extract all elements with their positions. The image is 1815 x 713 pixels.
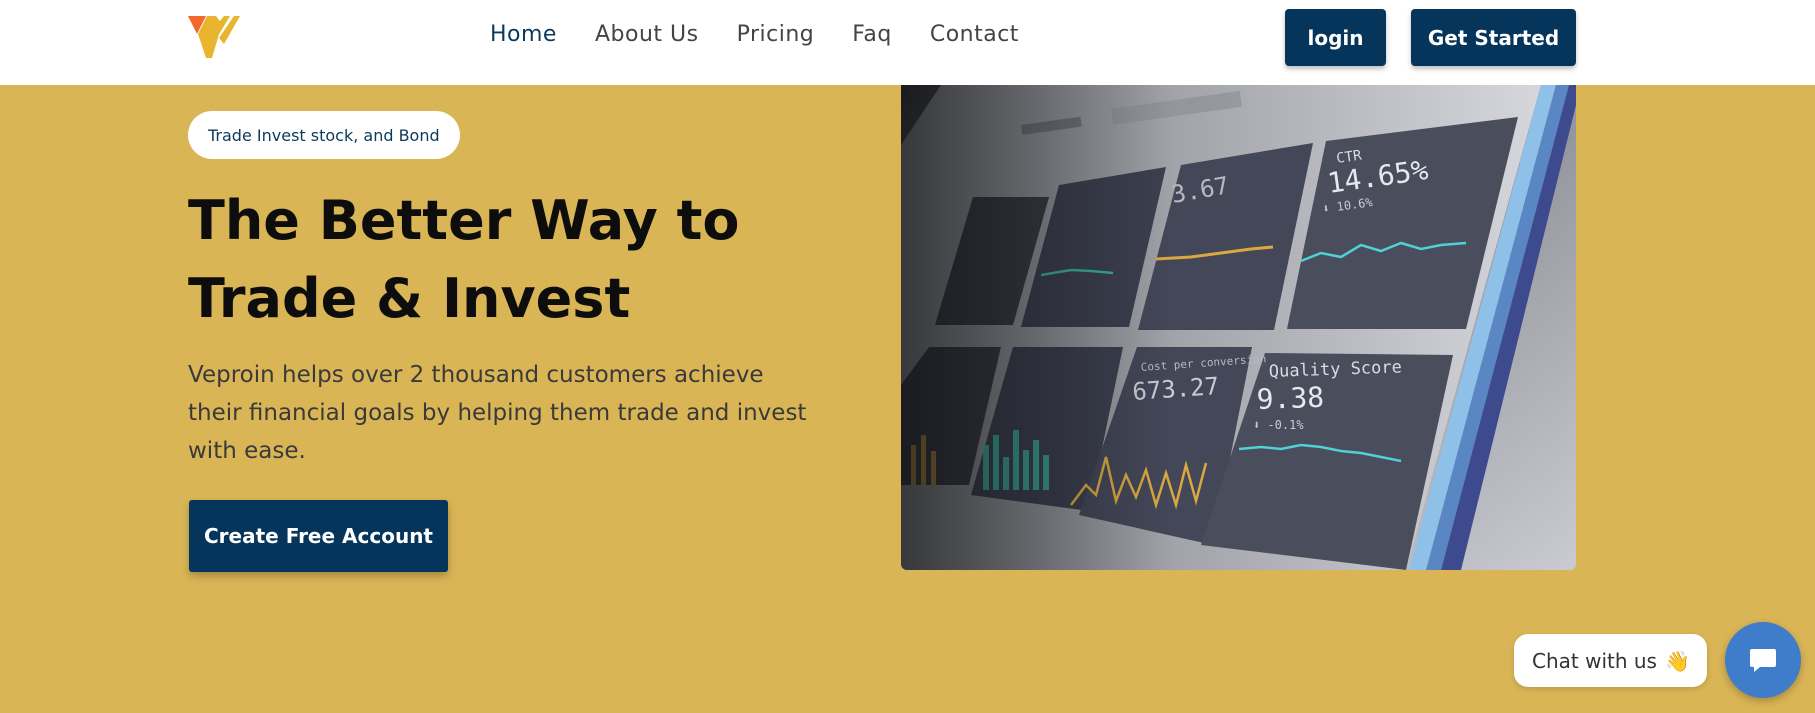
nav-contact[interactable]: Contact <box>930 22 1019 47</box>
hero-title-line1: The Better Way to <box>188 189 740 252</box>
main-nav: Home About Us Pricing Faq Contact <box>490 22 1019 47</box>
hero-title: The Better Way to Trade & Invest <box>188 182 808 338</box>
nav-about-us[interactable]: About Us <box>595 22 699 47</box>
chat-icon <box>1750 649 1776 672</box>
wave-hand-icon: 👋 <box>1664 648 1690 673</box>
nav-pricing[interactable]: Pricing <box>737 22 815 47</box>
nav-home[interactable]: Home <box>490 22 557 47</box>
hero-title-line2: Trade & Invest <box>188 267 631 330</box>
hero-description: Veproin helps over 2 thousand customers … <box>188 362 807 464</box>
get-started-button[interactable]: Get Started <box>1411 9 1576 66</box>
chat-open-button[interactable] <box>1725 622 1801 698</box>
create-free-account-button[interactable]: Create Free Account <box>189 500 448 572</box>
site-header: Home About Us Pricing Faq Contact login … <box>0 0 1815 85</box>
hero-tagline-pill: Trade Invest stock, and Bond <box>188 111 460 159</box>
chat-label: Chat with us <box>1532 648 1657 673</box>
nav-faq[interactable]: Faq <box>852 22 892 47</box>
hero-dashboard-image: CTR 14.65% ⬇ 10.6% 3.67 Quality Score 9.… <box>901 85 1576 570</box>
chat-with-us-bubble[interactable]: Chat with us 👋 <box>1514 634 1707 687</box>
login-button[interactable]: login <box>1285 9 1386 66</box>
veproin-logo[interactable] <box>188 14 242 60</box>
